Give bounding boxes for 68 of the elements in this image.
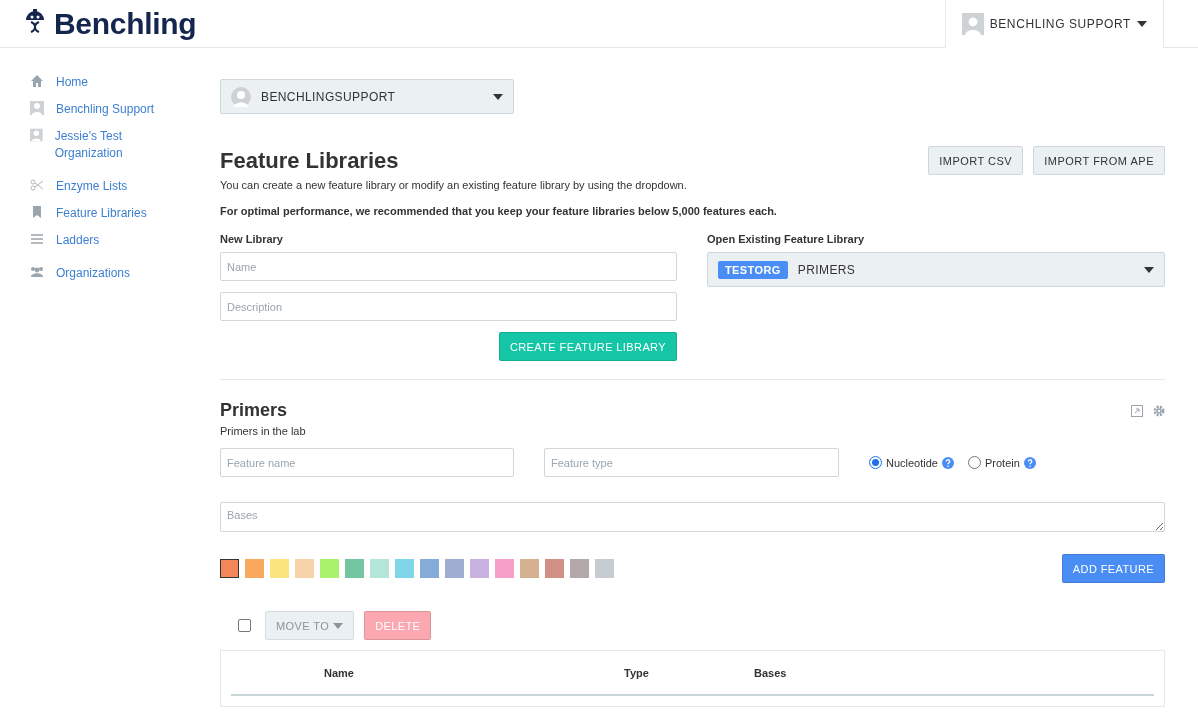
import-button[interactable]: IMPORT CSV: [928, 146, 1024, 175]
sidebar-link[interactable]: Home: [30, 74, 180, 91]
color-swatch[interactable]: [270, 559, 289, 578]
library-subtitle: Primers in the lab: [220, 425, 307, 437]
avatar-icon: [30, 128, 43, 142]
performance-note: For optimal performance, we recommended that you keep your feature libraries below 5,000 features each.: [220, 205, 778, 217]
color-swatch[interactable]: [345, 559, 364, 578]
menu-icon: [30, 232, 44, 246]
feature-type-field[interactable]: Feature type: [544, 448, 839, 477]
caret-icon: [493, 93, 503, 100]
color-swatch[interactable]: [570, 559, 589, 578]
radio-label: Protein: [985, 456, 1020, 469]
sidebar-link[interactable]: Organizations: [30, 265, 180, 282]
color-swatch[interactable]: [495, 559, 514, 578]
caret-icon: [1137, 20, 1147, 27]
color-swatch[interactable]: [370, 559, 389, 578]
checkbox[interactable]: [238, 619, 251, 632]
page-title: Feature Libraries: [220, 147, 399, 174]
library-title: Primers: [220, 400, 288, 421]
caret-icon: [333, 622, 344, 629]
scissors-icon: [30, 178, 44, 192]
color-swatch[interactable]: [220, 559, 239, 578]
radio-label: Nucleotide: [886, 456, 938, 469]
color-swatch[interactable]: [245, 559, 264, 578]
description-field[interactable]: Description: [220, 292, 677, 321]
home-icon: [30, 74, 44, 88]
move-to-button[interactable]: MOVE TO: [265, 611, 355, 640]
page-description: You can create a new feature library or modify an existing feature library by using the dropdown.: [220, 179, 688, 191]
sidebar-link[interactable]: Feature Libraries: [30, 205, 180, 222]
settings-icon[interactable]: [1153, 404, 1165, 417]
avatar-icon: [30, 101, 44, 115]
external-link-icon[interactable]: [1131, 404, 1143, 417]
color-swatch[interactable]: [470, 559, 489, 578]
org-tag: TESTORG: [718, 260, 788, 279]
people-icon: [30, 265, 44, 279]
color-swatch[interactable]: [445, 559, 464, 578]
field-label: New Library: [220, 233, 284, 245]
sidebar-link[interactable]: Enzyme Lists: [30, 178, 180, 195]
help-icon: [1023, 456, 1036, 469]
avatar-icon: [231, 86, 251, 107]
color-swatch[interactable]: [545, 559, 564, 578]
color-swatch[interactable]: [595, 559, 614, 578]
organization-select[interactable]: BENCHLINGSUPPORT: [220, 79, 514, 114]
color-swatch[interactable]: [520, 559, 539, 578]
color-swatch[interactable]: [395, 559, 414, 578]
column-header: Name: [324, 666, 355, 679]
import-button[interactable]: IMPORT FROM APE: [1033, 146, 1165, 175]
sidebar-link[interactable]: Jessie's Test Organization: [30, 128, 180, 162]
bookmark-icon: [30, 205, 44, 219]
feature-name-field[interactable]: Feature name: [220, 448, 514, 477]
avatar-icon: [961, 12, 984, 35]
user-menu[interactable]: BENCHLING SUPPORT: [944, 0, 1164, 48]
help-icon: [942, 456, 954, 469]
library-select[interactable]: TESTORG PRIMERS: [707, 252, 1165, 287]
sidebar-link[interactable]: Benchling Support: [30, 101, 180, 118]
create-library-button[interactable]: CREATE FEATURE LIBRARY: [498, 332, 677, 361]
column-header: Bases: [754, 666, 788, 679]
color-swatch[interactable]: [295, 559, 314, 578]
caret-icon: [1144, 266, 1154, 273]
color-swatch[interactable]: [320, 559, 339, 578]
field-label: Open Existing Feature Library: [707, 233, 866, 245]
sidebar-link[interactable]: Ladders: [30, 232, 180, 249]
brand-name: Benchling: [54, 6, 197, 41]
bases-field[interactable]: Bases: [220, 502, 1165, 532]
column-header: Type: [624, 666, 650, 679]
name-field[interactable]: Name: [220, 252, 677, 281]
add-feature-button[interactable]: ADD FEATURE: [1061, 554, 1165, 583]
color-swatch[interactable]: [420, 559, 439, 578]
